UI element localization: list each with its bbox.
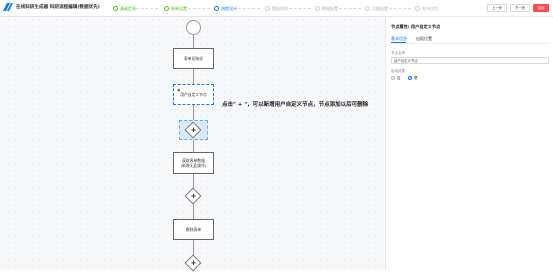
step-check-icon: [164, 6, 169, 11]
step-function-config[interactable]: 功能配置: [365, 5, 388, 12]
radio-yes-label: 是: [414, 75, 418, 80]
node-delete-form-label: 删除表单: [185, 227, 202, 232]
add-node-plus-icon[interactable]: +: [190, 126, 198, 134]
step-connector: [389, 8, 411, 9]
radio-no-label: 否: [397, 75, 401, 80]
logo-icon: [3, 3, 13, 11]
node-delete-form[interactable]: 删除表单: [173, 219, 214, 240]
radio-yes[interactable]: [408, 76, 412, 80]
step-data-config[interactable]: 数据配置: [315, 5, 338, 12]
node-user-custom[interactable]: ⚑ 用户自定义节点: [173, 84, 214, 105]
node-name-input[interactable]: 用户自定义节点: [391, 57, 549, 64]
node-name-value: 用户自定义节点: [394, 59, 418, 63]
step-connector: [289, 8, 311, 9]
radio-no[interactable]: [391, 76, 395, 80]
node-form-init-label: 表单初始化: [184, 56, 203, 61]
step-connector: [188, 8, 210, 9]
step-flow-design[interactable]: 流程设计: [214, 5, 237, 12]
step-check-icon: [113, 6, 118, 11]
step-current-icon: [214, 6, 219, 11]
step-connector: [136, 8, 158, 9]
tab-position[interactable]: 出现位置: [416, 36, 432, 42]
top-bar: 在线科研生成器 科研流程编辑(数据优先) 基础信息 表单设置 流程设计 数据权限…: [0, 0, 553, 17]
step-pending-icon: [415, 6, 420, 11]
start-node[interactable]: [186, 20, 201, 35]
property-panel: 节点属性: 用户自定义节点 基本信息 出现位置 节点名称 用户自定义节点 启动设…: [385, 17, 553, 270]
step-basic-info[interactable]: 基础信息: [113, 5, 136, 12]
panel-title: 节点属性: 用户自定义节点: [391, 24, 441, 29]
prev-step-button[interactable]: 上一步: [487, 4, 507, 12]
add-node-plus-icon[interactable]: +: [190, 259, 198, 267]
app-title: 在线科研生成器 科研流程编辑(数据优先): [16, 5, 100, 10]
next-step-button[interactable]: 下一步: [510, 4, 530, 12]
add-node-plus-icon[interactable]: +: [190, 192, 198, 200]
node-get-form-data-note: (新增无此操作): [180, 163, 207, 168]
step-pending-icon: [365, 6, 370, 11]
step-connector: [339, 8, 361, 9]
node-get-form-data[interactable]: 获取表单数据 (新增无此操作): [173, 152, 214, 174]
step-pending-icon: [265, 6, 270, 11]
person-icon: ⚑: [177, 88, 181, 93]
save-button[interactable]: 保存: [533, 4, 549, 12]
node-form-init[interactable]: 表单初始化: [173, 48, 214, 69]
node-user-custom-label: 用户自定义节点: [180, 92, 207, 97]
step-data-permission[interactable]: 数据权限: [265, 5, 288, 12]
step-publish[interactable]: 发布应用: [415, 5, 438, 12]
step-connector: [238, 8, 260, 9]
node-name-label: 节点名称: [391, 51, 405, 55]
step-pending-icon: [315, 6, 320, 11]
step-form-settings[interactable]: 表单设置: [164, 5, 187, 12]
tab-divider: [391, 43, 549, 44]
enable-setting-label: 启动设置: [391, 69, 405, 73]
add-node-hint: 点击" + "，可以新增用户自定义节点，节点添加以后可删除: [222, 102, 369, 108]
